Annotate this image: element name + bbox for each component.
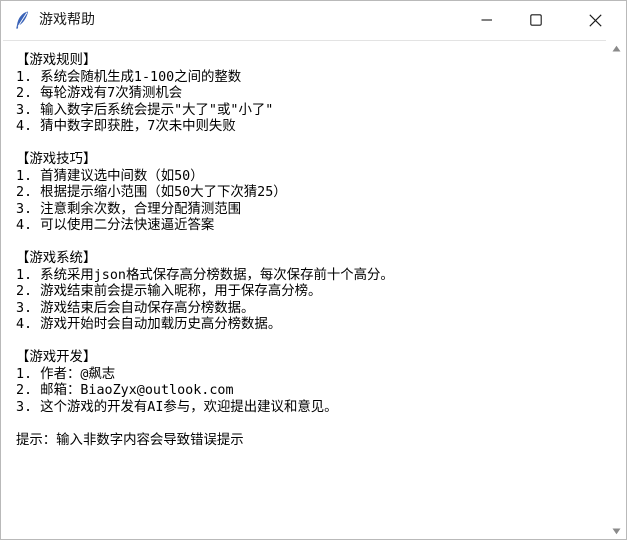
maximize-icon xyxy=(530,14,542,26)
help-text-line: 2. 游戏结束前会提示输入昵称，用于保存高分榜。 xyxy=(16,284,322,299)
help-text-lines: 【游戏规则】 1. 系统会随机生成1-100之间的整数 2. 每轮游戏有7次猜测机会… xyxy=(16,53,394,449)
close-button[interactable] xyxy=(572,1,618,39)
help-text-line: 4. 猜中数字即获胜，7次未中则失败 xyxy=(16,119,236,134)
window-title: 游戏帮助 xyxy=(39,12,95,28)
help-text-line: 【游戏开发】 xyxy=(16,350,97,365)
help-text-line xyxy=(16,416,394,433)
minimize-button[interactable] xyxy=(464,1,510,39)
help-text-area[interactable]: 【游戏规则】 1. 系统会随机生成1-100之间的整数 2. 每轮游戏有7次猜测机会… xyxy=(3,40,606,539)
scroll-up-button[interactable] xyxy=(607,40,626,56)
close-icon xyxy=(588,13,602,27)
help-text-line xyxy=(16,136,394,153)
maximize-button[interactable] xyxy=(513,1,559,39)
help-text-line: 4. 游戏开始时会自动加载历史高分榜数据。 xyxy=(16,317,282,332)
help-text-line: 3. 输入数字后系统会提示"大了"或"小了" xyxy=(16,102,274,118)
help-text-line: 提示：输入非数字内容会导致错误提示 xyxy=(16,432,244,448)
feather-icon xyxy=(13,10,31,30)
scroll-down-button[interactable] xyxy=(607,523,626,539)
help-text-line: 2. 邮箱：BiaoZyx@outlook.com xyxy=(16,383,234,398)
help-text-line: 3. 游戏结束后会自动保存高分榜数据。 xyxy=(16,300,255,316)
scroll-down-arrow-icon xyxy=(612,528,621,534)
help-text-line: 4. 可以使用二分法快速逼近答案 xyxy=(16,218,215,233)
help-text-line: 3. 注意剩余次数，合理分配猜测范围 xyxy=(16,201,242,217)
help-text-line: 1. 系统采用json格式保存高分榜数据，每次保存前十个高分。 xyxy=(16,267,394,283)
help-text-line: 2. 根据提示缩小范围（如50大了下次猜25） xyxy=(16,185,287,200)
scroll-up-arrow-icon xyxy=(612,45,621,51)
help-window: 游戏帮助 【游戏规则】 1. 系统会随机生成1-100之间的整数 2. 每轮游戏有7… xyxy=(0,0,627,540)
minimize-icon xyxy=(481,19,492,21)
help-text-line xyxy=(16,235,394,252)
help-text-line: 2. 每轮游戏有7次猜测机会 xyxy=(16,86,183,101)
help-text-line: 1. 系统会随机生成1-100之间的整数 xyxy=(16,69,242,85)
help-text-line: 1. 首猜建议选中间数（如50） xyxy=(16,168,204,184)
help-text-line: 1. 作者：@飙志 xyxy=(16,366,116,382)
help-text-line xyxy=(16,334,394,351)
help-text-line: 3. 这个游戏的开发有AI参与，欢迎提出建议和意见。 xyxy=(16,399,338,415)
help-text-line: 【游戏系统】 xyxy=(16,251,97,266)
help-text-line: 【游戏技巧】 xyxy=(16,152,97,167)
help-text-line: 【游戏规则】 xyxy=(16,53,97,68)
vertical-scrollbar[interactable] xyxy=(607,40,626,539)
title-bar[interactable]: 游戏帮助 xyxy=(1,1,626,39)
